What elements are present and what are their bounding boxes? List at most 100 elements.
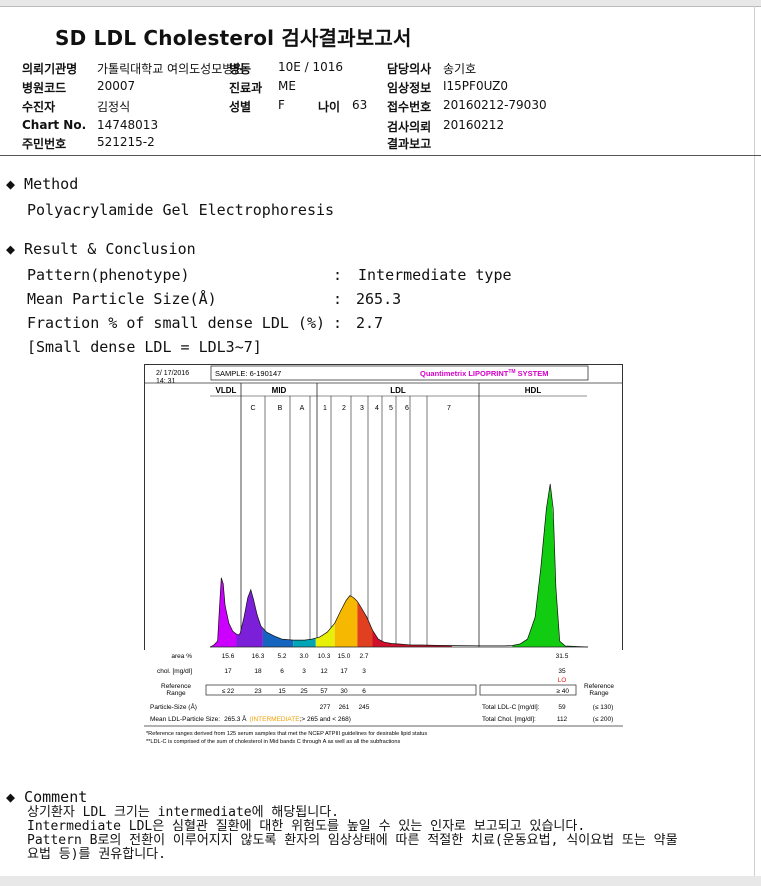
hdl-low-flag: LO: [558, 677, 567, 684]
comment-line-1: 상기환자 LDL 크기는 intermediate에 해당됩니다.: [27, 805, 340, 820]
patient-value: 김정식: [97, 100, 131, 114]
ref-cell-1: ≤ 22: [222, 688, 235, 695]
band-label-7: 7: [447, 405, 451, 412]
ref-range-right-1: Reference: [584, 683, 614, 690]
particle-size-value: 265.3: [356, 290, 402, 308]
chol-cell-3: 6: [280, 668, 284, 675]
band-label-5: 5: [389, 405, 393, 412]
method-text: Polyacrylamide Gel Electrophoresis: [27, 201, 335, 219]
area-cell-3: 5.2: [277, 653, 286, 660]
sdldl-fraction-value: 2.7: [356, 314, 384, 332]
mean-size-line: Mean LDL-Particle Size: 265.3 Å (INTERMEDI…: [150, 714, 351, 723]
ref-range-right-2: Range: [589, 690, 609, 697]
clinical-info-label: 임상정보: [387, 81, 432, 95]
brand-logo: Quantimetrix LIPOPRINTTM SYSTEM: [420, 369, 549, 378]
area-cell-2: 16.3: [252, 653, 265, 660]
chol-cell-4: 3: [302, 668, 306, 675]
chart-time: 14: 31: [156, 378, 176, 385]
chol-cell-5: 12: [320, 668, 328, 675]
footnote-2: **LDL-C is comprised of the sum of chole…: [146, 739, 401, 745]
chart-date: 2/ 17/2016: [156, 370, 189, 377]
band-label-1: 1: [323, 405, 327, 412]
group-label-ldl: LDL: [390, 386, 406, 395]
request-label: 검사의뢰: [387, 120, 432, 134]
request-value: 20160212: [443, 118, 505, 132]
ref-cell-7: 6: [362, 688, 366, 695]
chart-no-value: 14748013: [97, 118, 159, 132]
ward-value: 10E / 1016: [278, 60, 344, 74]
rrn-label: 주민번호: [22, 137, 67, 151]
particle-size-colon: :: [333, 290, 343, 308]
group-label-mid: MID: [272, 386, 287, 395]
chol-row-label: chol. [mg/dl]: [157, 668, 192, 675]
mean-size-class: (INTERMEDIATE: [250, 716, 301, 723]
lipoprint-chart: 2/ 17/2016 14: 31 SAMPLE: 6-190147 Quant…: [144, 364, 623, 750]
sdldl-fraction-colon: :: [333, 314, 343, 332]
ref-cell-6: 30: [340, 688, 348, 695]
area-cell-5: 10.3: [318, 653, 331, 660]
result-report-label: 결과보고: [387, 137, 432, 151]
ref-range-label-2: Range: [166, 690, 186, 697]
pattern-colon: :: [333, 266, 343, 284]
comment-line-4: 요법 등)를 권유합니다.: [27, 847, 166, 862]
institution-label: 의뢰기관명: [22, 62, 78, 76]
hospital-code-value: 20007: [97, 79, 136, 93]
total-chol-ref: (≤ 200): [593, 716, 614, 723]
area-cell-4: 3.0: [299, 653, 308, 660]
footnote-1: *Reference ranges derived from 125 serum…: [146, 731, 427, 737]
dept-value: ME: [278, 79, 296, 93]
doctor-label: 담당의사: [387, 62, 432, 76]
sdldl-fraction-label: Fraction % of small dense LDL (%): [27, 314, 326, 332]
top-window-bar: [0, 0, 761, 7]
ref-cell-3: 15: [278, 688, 286, 695]
chol-cell-6: 17: [340, 668, 348, 675]
mean-size-value: 265.3 Å: [224, 714, 247, 723]
dept-label: 진료과: [229, 81, 263, 95]
mean-size-range: ;> 265 and < 268): [300, 716, 351, 723]
band-label-6: 6: [405, 405, 409, 412]
receipt-value: 20160212-79030: [443, 98, 547, 112]
brand-tm: TM: [508, 369, 515, 375]
sex-label: 성별: [229, 100, 252, 114]
brand-suffix: SYSTEM: [516, 369, 549, 378]
particle-size-1: 277: [320, 704, 331, 711]
header-divider: [0, 155, 761, 156]
brand-name: Quantimetrix LIPOPRINT: [420, 369, 509, 378]
patient-label: 수진자: [22, 100, 56, 114]
ref-cell-4: 25: [300, 688, 308, 695]
receipt-label: 접수번호: [387, 100, 432, 114]
hdl-ref-value: ≥ 40: [556, 688, 569, 695]
chol-cell-1: 17: [224, 668, 232, 675]
ref-cell-2: 23: [254, 688, 262, 695]
hospital-code-label: 병원코드: [22, 81, 67, 95]
band-label-3: 3: [360, 405, 364, 412]
right-edge-rule: [754, 6, 755, 876]
lipoprint-svg: 2/ 17/2016 14: 31 SAMPLE: 6-190147 Quant…: [144, 364, 623, 750]
chol-cell-7: 3: [362, 668, 366, 675]
area-cell-6: 15.0: [338, 653, 351, 660]
pattern-label: Pattern(phenotype): [27, 266, 190, 284]
rrn-value: 521215-2: [97, 135, 155, 149]
chart-sample: SAMPLE: 6-190147: [215, 369, 281, 378]
area-cell-7: 2.7: [359, 653, 368, 660]
particle-size-2: 261: [339, 704, 350, 711]
band-label-4: 4: [375, 405, 379, 412]
comment-heading: ◆ Comment: [6, 788, 88, 806]
comment-line-2: Intermediate LDL은 심혈관 질환에 대한 위험도를 높일 수 있…: [27, 819, 586, 834]
area-cell-10: 31.5: [556, 653, 569, 660]
total-ldlc-value: 59: [558, 704, 566, 711]
age-value: 63: [352, 98, 368, 112]
area-row-label: area %: [171, 653, 192, 660]
total-chol-value: 112: [557, 716, 568, 723]
pattern-value: Intermediate type: [358, 266, 512, 284]
institution-value: 가톨릭대학교 여의도성모병원: [97, 62, 245, 76]
sex-value: F: [278, 98, 285, 112]
area-cell-1: 15.6: [222, 653, 235, 660]
ref-cell-5: 57: [320, 688, 328, 695]
particle-size-row-label: Particle-Size (Å): [150, 702, 197, 711]
chol-cell-2: 18: [254, 668, 262, 675]
group-label-hdl: HDL: [525, 386, 542, 395]
band-label-B: B: [278, 405, 283, 412]
particle-size-3: 245: [359, 704, 370, 711]
doctor-value: 송기호: [443, 62, 477, 76]
